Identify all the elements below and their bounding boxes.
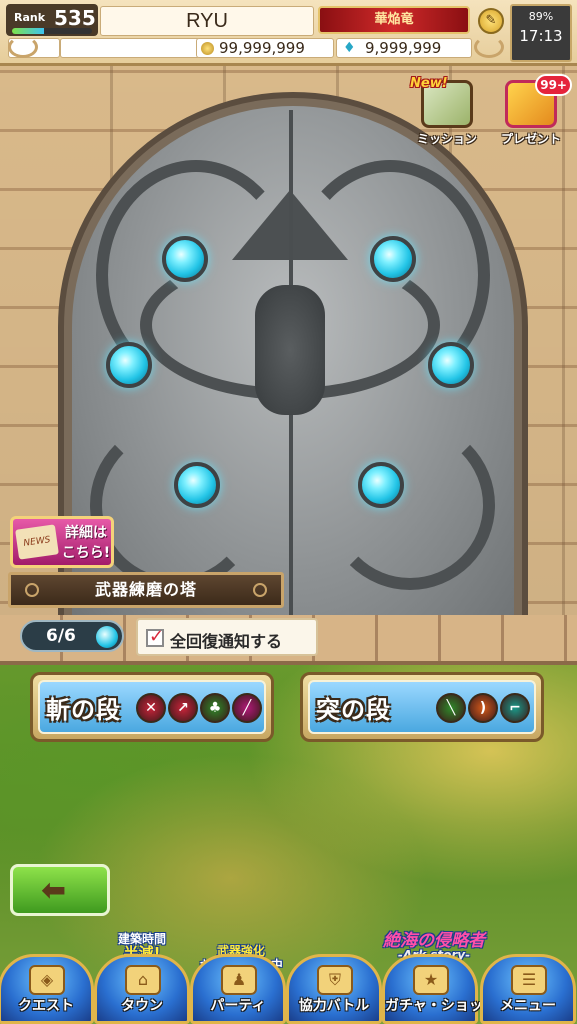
nav-label: パーティ [210, 998, 266, 1014]
details-line1: 詳細は [65, 525, 107, 541]
thrust-stage-button[interactable]: 突の段 ╲ ) ⌐ [300, 672, 544, 742]
present-count-badge: 99+ [535, 74, 572, 96]
map-icon: ◈ [29, 965, 65, 995]
diamond-amount-hidden [60, 38, 200, 58]
experience-bar [12, 28, 92, 34]
spear-icon: ╲ [436, 693, 466, 723]
rank-box: Rank 535 [6, 4, 98, 36]
bow-icon: ) [468, 693, 498, 723]
door-gem [106, 342, 152, 388]
mission-label: ミッション [416, 132, 477, 146]
coin-icon [201, 42, 214, 55]
door-gem [428, 342, 474, 388]
stage-title: 突の段 [316, 696, 391, 724]
status-header: Rank 535 RYU 華焔竜 ✎ 89% 17:13 ◆ 99,999,99… [0, 0, 577, 66]
door-gem [370, 236, 416, 282]
tower-name-banner: 武器練磨の塔 [8, 572, 284, 608]
notify-label: 全回復通知する [170, 632, 283, 651]
dagger-icon: ↗ [168, 693, 198, 723]
town-icon: ⌂ [125, 965, 161, 995]
rod-icon: ╱ [232, 693, 262, 723]
sword-icon: ✕ [136, 693, 166, 723]
stage-title: 斬の段 [46, 696, 121, 724]
currency-row: ◆ 99,999,999 ♦ 9,999,999 [8, 38, 504, 60]
nav-label: メニュー [500, 998, 556, 1014]
rank-value: 535 [54, 6, 96, 30]
details-line2: こちら! [61, 545, 111, 561]
door-gem [174, 462, 220, 508]
battery-level: 89% [528, 10, 554, 23]
gacha-icon: ★ [413, 965, 449, 995]
gold-amount: 99,999,999 [196, 38, 334, 58]
nav-quest[interactable]: ◈ クエスト [0, 954, 94, 1024]
nav-label: 協力バトル [298, 998, 370, 1014]
present-label: プレゼント [500, 132, 561, 146]
nav-menu[interactable]: ☰ メニュー [480, 954, 576, 1024]
nav-gacha-shop[interactable]: ★ ガチャ・ショップ [382, 954, 497, 1024]
check-icon: ✓ [149, 626, 165, 647]
water-amount: ♦ 9,999,999 [336, 38, 472, 58]
player-name-box[interactable]: RYU [100, 6, 314, 36]
edit-pencil-icon[interactable]: ✎ [478, 8, 504, 34]
menu-icon: ☰ [511, 965, 547, 995]
nav-party[interactable]: ♟ パーティ [190, 954, 286, 1024]
shield-icon: ⛨ [317, 965, 353, 995]
present-button[interactable]: 99+ プレゼント [494, 74, 572, 150]
door-gem [358, 462, 404, 508]
recovery-notify-toggle[interactable]: ✓ 全回復通知する [136, 618, 318, 656]
nav-label: ガチャ・ショップ [385, 998, 497, 1014]
device-status: 89% 17:13 [510, 4, 572, 62]
gun-icon: ⌐ [500, 693, 530, 723]
door-gargoyle [255, 285, 325, 415]
party-icon: ♟ [221, 965, 257, 995]
water-value: 9,999,999 [365, 39, 442, 57]
new-tag: New! [410, 76, 448, 91]
player-name: RYU [186, 10, 228, 32]
nav-label: クエスト [18, 998, 74, 1014]
bottom-navigation: ◈ クエスト ⌂ タウン ♟ パーティ ⛨ 協力バトル ★ ガチャ・ショップ ☰… [0, 940, 577, 1024]
title-badge[interactable]: 華焔竜 [318, 6, 470, 34]
tower-name: 武器練磨の塔 [94, 580, 197, 599]
mission-button[interactable]: New! ミッション [410, 76, 484, 150]
nav-label: タウン [121, 998, 163, 1014]
stamina-counter: 6/6 [20, 620, 124, 652]
stamina-value: 6/6 [46, 626, 76, 646]
gold-value: 99,999,999 [219, 39, 305, 57]
door-gem [162, 236, 208, 282]
back-button[interactable]: ⬅ [10, 864, 110, 916]
slash-stage-button[interactable]: 斬の段 ✕ ↗ ♣ ╱ [30, 672, 274, 742]
stamina-gem-icon [96, 626, 118, 648]
back-arrow-icon: ⬅ [41, 873, 67, 908]
clock: 17:13 [519, 27, 563, 45]
rank-label: Rank [14, 11, 46, 24]
water-drop-icon: ♦ [343, 40, 356, 56]
nav-town[interactable]: ⌂ タウン [94, 954, 190, 1024]
news-scroll-icon: NEWS [15, 524, 59, 560]
claw-icon: ♣ [200, 693, 230, 723]
nav-coop-battle[interactable]: ⛨ 協力バトル [286, 954, 382, 1024]
notify-checkbox[interactable]: ✓ [146, 626, 165, 647]
details-button[interactable]: NEWS 詳細は こちら! [10, 516, 114, 568]
